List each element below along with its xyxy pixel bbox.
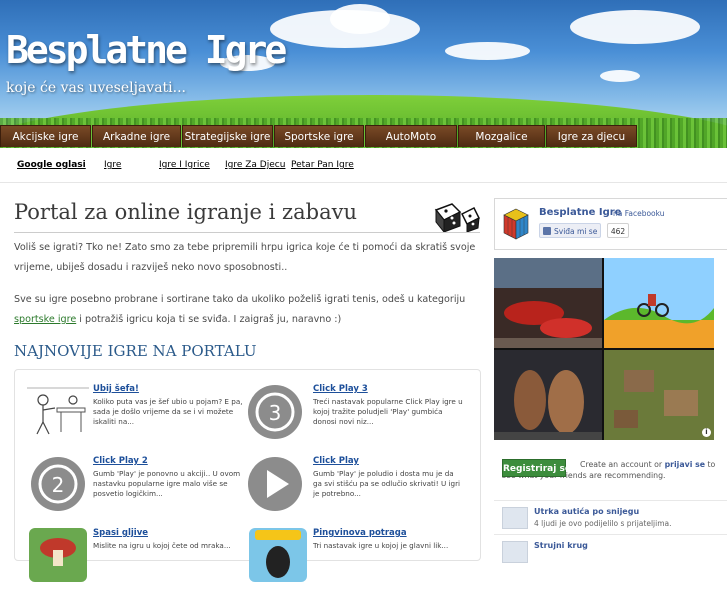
nav-tab-sportske-igre[interactable]: Sportske igre	[274, 125, 364, 147]
latest-games-box: Ubij šefa! Koliko puta vas je šef ubio u…	[14, 369, 481, 582]
sub-nav-google-oglasi[interactable]: Google oglasi	[17, 160, 86, 170]
game-description: Treći nastavak popularne Click Play igre…	[313, 397, 463, 426]
page-title: Portal za online igranje i zabavu	[14, 200, 357, 224]
category-text-before: Sve su igre posebno probrane i sortirane…	[14, 294, 466, 305]
stick-figure-thumb	[27, 382, 89, 440]
game-description: Mislite na igru u kojoj čete od mraka...	[93, 541, 231, 550]
play-2-icon: 2	[31, 457, 85, 511]
game-description: Koliko puta vas je šef ubio u pojam? E p…	[93, 397, 243, 426]
game-title[interactable]: Spasi gljive	[93, 528, 148, 538]
dice-icon	[434, 203, 480, 232]
sub-nav-igre-i-igrice[interactable]: Igre I Igrice	[159, 160, 210, 170]
svg-text:3: 3	[269, 401, 282, 425]
sub-nav-petar-pan-igre[interactable]: Petar Pan Igre	[291, 160, 354, 170]
like-label: Sviđa mi se	[554, 227, 598, 236]
activity-title[interactable]: Strujni krug	[534, 541, 588, 550]
sub-nav-igre-za-djecu[interactable]: Igre Za Djecu	[225, 160, 285, 170]
activity-thumbnail	[502, 507, 528, 529]
game-title[interactable]: Ubij šefa!	[93, 384, 139, 394]
game-description: Gumb 'Play' je poludio i dosta mu je da …	[313, 469, 461, 498]
category-text-after: i potražiš igricu koja ti se sviđa. I za…	[76, 314, 342, 325]
activity-text: 4 ljudi je ovo podijelilo s prijateljima…	[534, 519, 672, 528]
cloud-graphic	[600, 70, 640, 82]
game-title[interactable]: Pingvinova potraga	[313, 528, 407, 538]
game-description: Gumb 'Play' je ponovno u akciji.. U ovom…	[93, 469, 241, 498]
like-count: 462	[607, 223, 629, 238]
penguin-thumb	[249, 528, 307, 582]
play-icon	[248, 457, 302, 511]
nav-tab-igre-za-djecu[interactable]: Igre za djecu	[546, 125, 637, 147]
bike-game-screenshot	[604, 258, 714, 348]
activity-thumbnail	[502, 541, 528, 563]
game-screenshots-ad[interactable]	[494, 258, 714, 440]
login-link[interactable]: prijavi se	[665, 460, 705, 469]
game-item[interactable]: 3 Click Play 3 Treći nastavak popularne …	[247, 382, 467, 452]
fighting-game-screenshot	[494, 350, 602, 440]
strategy-game-screenshot	[604, 350, 714, 440]
game-item[interactable]: Spasi gljive Mislite na igru u kojoj čet…	[27, 526, 247, 596]
nav-tab-akcijske-igre[interactable]: Akcijske igre	[0, 125, 91, 147]
sub-nav-igre[interactable]: Igre	[104, 160, 121, 170]
cloud-graphic	[570, 10, 700, 44]
site-tagline: koje će vas uveseljavati...	[6, 80, 187, 96]
play-3-icon: 3	[248, 385, 302, 439]
info-icon[interactable]: i	[702, 428, 711, 437]
nav-tab-automoto[interactable]: AutoMoto	[365, 125, 457, 147]
register-button[interactable]: Registriraj se	[502, 459, 571, 477]
sub-nav: Google oglasi Igre Igre I Igrice Igre Za…	[0, 148, 727, 183]
facebook-like-button[interactable]: Sviđa mi se	[539, 223, 601, 238]
nav-tab-strategijske-igre[interactable]: Strategijske igre	[182, 125, 273, 147]
sportske-igre-link[interactable]: sportske igre	[14, 314, 76, 325]
category-paragraph: Sve su igre posebno probrane i sortirane…	[14, 290, 480, 330]
facebook-page-name[interactable]: Besplatne Igre	[539, 207, 621, 218]
cloud-graphic	[330, 4, 390, 34]
game-item[interactable]: Click Play Gumb 'Play' je poludio i dost…	[247, 454, 467, 524]
svg-text:2: 2	[52, 473, 65, 497]
racing-game-screenshot	[494, 258, 602, 348]
nav-tab-mozgalice[interactable]: Mozgalice	[458, 125, 545, 147]
facebook-like-box: Besplatne Igre na Facebooku Sviđa mi se …	[494, 198, 727, 250]
activity-title[interactable]: Utrka autića po snijegu	[534, 507, 639, 516]
game-title[interactable]: Click Play 2	[93, 456, 148, 466]
thumbs-up-icon	[543, 227, 551, 235]
game-item[interactable]: Pingvinova potraga Tri nastavak igre u k…	[247, 526, 467, 596]
nav-tab-arkadne-igre[interactable]: Arkadne igre	[92, 125, 181, 147]
cloud-graphic	[445, 42, 530, 60]
game-item[interactable]: 2 Click Play 2 Gumb 'Play' je ponovno u …	[27, 454, 247, 524]
facebook-suffix: na Facebooku	[613, 209, 665, 218]
game-title[interactable]: Click Play 3	[313, 384, 368, 394]
game-item[interactable]: Ubij šefa! Koliko puta vas je šef ubio u…	[27, 382, 247, 452]
signup-text-before: Create an account or	[580, 460, 665, 469]
game-description: Tri nastavak igre u kojoj je glavni lik.…	[313, 541, 449, 550]
activity-item[interactable]: Utrka autića po snijegu 4 ljudi je ovo p…	[494, 500, 727, 531]
facebook-signup: Create an account or prijavi se to see w…	[494, 455, 727, 495]
activity-item[interactable]: Strujni krug	[494, 534, 727, 565]
heading-divider	[14, 232, 480, 233]
game-title[interactable]: Click Play	[313, 456, 359, 466]
intro-paragraph: Voliš se igrati? Tko ne! Zato smo za teb…	[14, 242, 476, 273]
site-title[interactable]: Besplatne Igre	[6, 28, 287, 72]
mushroom-thumb	[29, 528, 87, 582]
rubiks-cube-icon[interactable]	[503, 207, 529, 241]
section-heading: NAJNOVIJE IGRE NA PORTALU	[14, 342, 257, 360]
main-nav: Akcijske igre Arkadne igre Strategijske …	[0, 125, 638, 147]
